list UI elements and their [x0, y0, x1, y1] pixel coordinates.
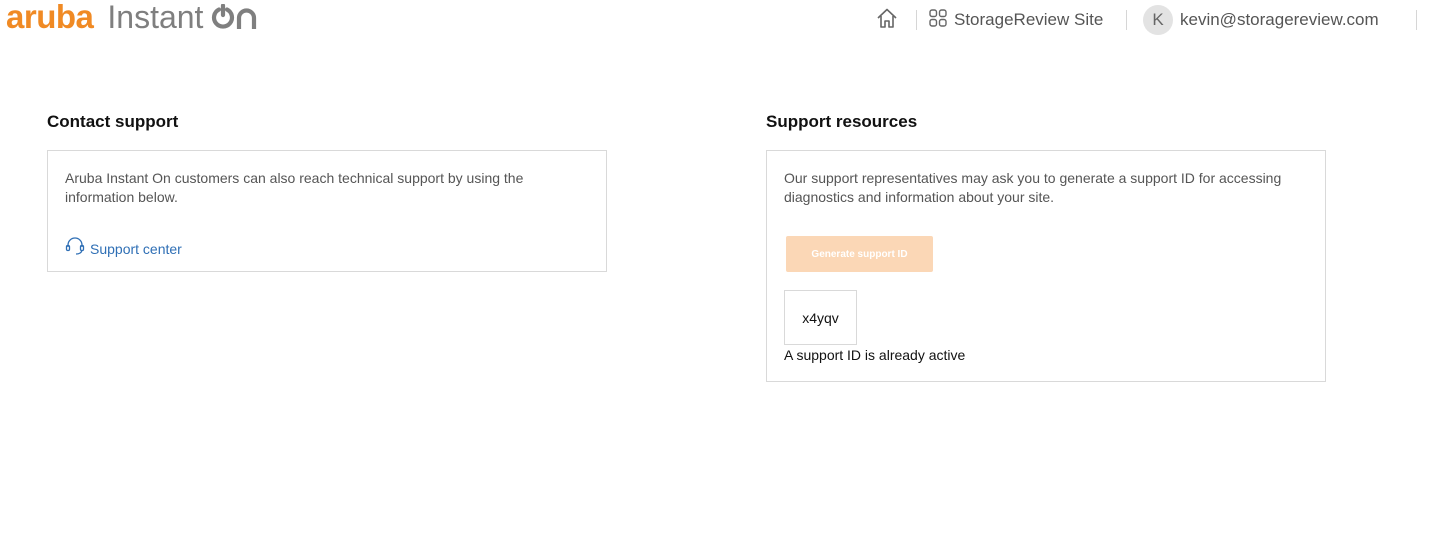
top-bar: aruba Instant StorageReview Site K kevin… [0, 0, 1433, 40]
support-resources-description: Our support representatives may ask you … [784, 170, 1282, 205]
user-email: kevin@storagereview.com [1180, 10, 1379, 29]
home-button[interactable] [873, 0, 901, 40]
power-on-logo-icon [211, 4, 259, 30]
logo-brand-text: aruba [6, 0, 94, 35]
home-icon [876, 7, 898, 34]
aruba-instant-on-logo[interactable]: aruba Instant [6, 0, 259, 34]
logo-product-text: Instant [107, 0, 204, 35]
header-divider [1126, 10, 1127, 30]
contact-support-title: Contact support [47, 112, 179, 131]
site-name: StorageReview Site [954, 10, 1104, 29]
user-menu[interactable]: K kevin@storagereview.com [1143, 0, 1379, 40]
support-resources-card: Our support representatives may ask you … [766, 150, 1326, 382]
contact-support-description: Aruba Instant On customers can also reac… [65, 170, 524, 205]
generate-support-id-button[interactable]: Generate support ID [786, 236, 933, 272]
site-selector[interactable]: StorageReview Site [929, 0, 1103, 40]
header-divider [916, 10, 917, 30]
support-id-value: x4yqv [784, 290, 857, 345]
contact-support-card: Aruba Instant On customers can also reac… [47, 150, 607, 272]
support-id-status: A support ID is already active [784, 347, 966, 363]
support-center-label: Support center [90, 240, 182, 257]
header-divider [1416, 10, 1417, 30]
support-resources-title: Support resources [766, 112, 918, 131]
avatar: K [1143, 5, 1173, 35]
support-center-link[interactable]: Support center [65, 236, 182, 261]
grid-icon [929, 8, 947, 32]
headset-icon [65, 236, 85, 261]
